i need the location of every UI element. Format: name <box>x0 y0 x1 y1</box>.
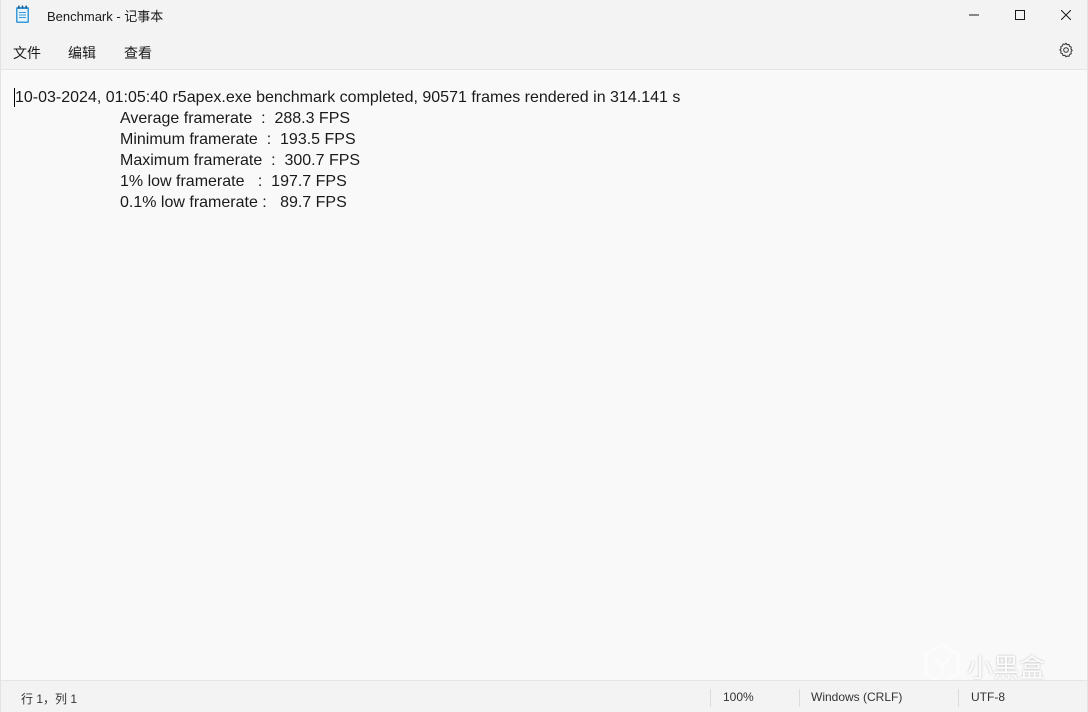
status-divider <box>799 689 800 707</box>
line-ending: Windows (CRLF) <box>811 690 903 704</box>
menu-bar: 文件 编辑 查看 <box>1 30 1087 70</box>
gear-icon[interactable] <box>1055 39 1077 61</box>
maximize-icon <box>1015 10 1025 20</box>
menu-view[interactable]: 查看 <box>124 41 152 65</box>
menu-file[interactable]: 文件 <box>13 41 41 65</box>
notepad-icon <box>15 5 30 24</box>
notepad-window: Benchmark - 记事本 文件 编辑 查看 10-03-2024, 01:… <box>0 0 1088 712</box>
close-button[interactable] <box>1043 0 1088 30</box>
minimize-button[interactable] <box>951 0 997 30</box>
text-line: 1% low framerate : 197.7 FPS <box>120 173 347 190</box>
text-editor[interactable]: 10-03-2024, 01:05:40 r5apex.exe benchmar… <box>1 71 1087 679</box>
title-bar[interactable]: Benchmark - 记事本 <box>1 0 1087 30</box>
cursor-position: 行 1，列 1 <box>21 692 78 706</box>
maximize-button[interactable] <box>997 0 1043 30</box>
status-divider <box>710 689 711 707</box>
encoding: UTF-8 <box>971 690 1005 704</box>
zoom-level: 100% <box>723 690 754 704</box>
watermark-text: 小黑盒 <box>967 653 1046 684</box>
window-title: Benchmark - 记事本 <box>47 9 164 24</box>
text-line: Minimum framerate : 193.5 FPS <box>120 131 356 148</box>
minimize-icon <box>969 10 979 20</box>
text-line: 0.1% low framerate : 89.7 FPS <box>120 194 347 211</box>
text-line: Average framerate : 288.3 FPS <box>120 110 351 127</box>
text-line: Maximum framerate : 300.7 FPS <box>120 152 361 169</box>
close-icon <box>1061 10 1071 20</box>
status-bar: 行 1，列 1 100% Windows (CRLF) UTF-8 <box>1 680 1087 712</box>
menu-edit[interactable]: 编辑 <box>68 41 96 65</box>
text-line: 10-03-2024, 01:05:40 r5apex.exe benchmar… <box>15 89 681 106</box>
status-divider <box>958 689 959 707</box>
